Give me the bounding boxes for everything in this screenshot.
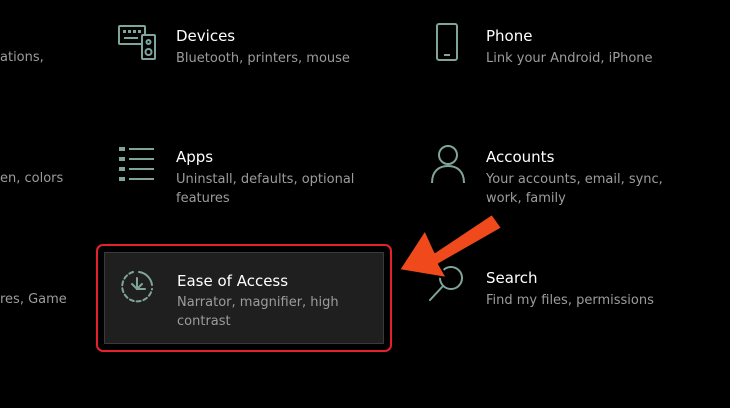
person-icon [430, 143, 466, 185]
tile-search-desc: Find my files, permissions [486, 293, 654, 308]
tile-phone-title: Phone [486, 27, 533, 45]
tile-apps-desc: Uninstall, defaults, optional features [176, 172, 355, 206]
tile-devices[interactable]: Devices Bluetooth, printers, mouse [110, 20, 390, 100]
tile-accounts-desc: Your accounts, email, sync, work, family [486, 172, 663, 206]
tile-apps-title: Apps [176, 148, 214, 166]
tile-devices-desc: Bluetooth, printers, mouse [176, 51, 350, 66]
left-tile-desc-partial-1: ations, [0, 50, 44, 65]
left-tile-desc-partial-2: en, colors [0, 171, 64, 186]
tile-apps[interactable]: Apps Uninstall, defaults, optional featu… [110, 141, 390, 221]
annotation-arrow-icon [395, 212, 507, 288]
tile-phone[interactable]: Phone Link your Android, iPhone [420, 20, 720, 100]
tile-phone-desc: Link your Android, iPhone [486, 51, 653, 66]
tile-ease-of-access[interactable]: Ease of Access Narrator, magnifier, high… [104, 252, 384, 344]
apps-list-icon [118, 146, 156, 182]
tile-devices-title: Devices [176, 27, 236, 45]
tile-ease-title: Ease of Access [177, 272, 289, 290]
phone-icon [434, 22, 460, 62]
ease-of-access-highlight-frame: Ease of Access Narrator, magnifier, high… [96, 244, 392, 352]
tile-accounts-title: Accounts [486, 148, 555, 166]
ease-of-access-icon [117, 267, 157, 307]
keyboard-speaker-icon [118, 23, 158, 61]
tile-accounts[interactable]: Accounts Your accounts, email, sync, wor… [420, 141, 720, 221]
tile-ease-desc: Narrator, magnifier, high contrast [177, 295, 339, 329]
left-tile-desc-partial-3: res, Game [0, 292, 67, 307]
